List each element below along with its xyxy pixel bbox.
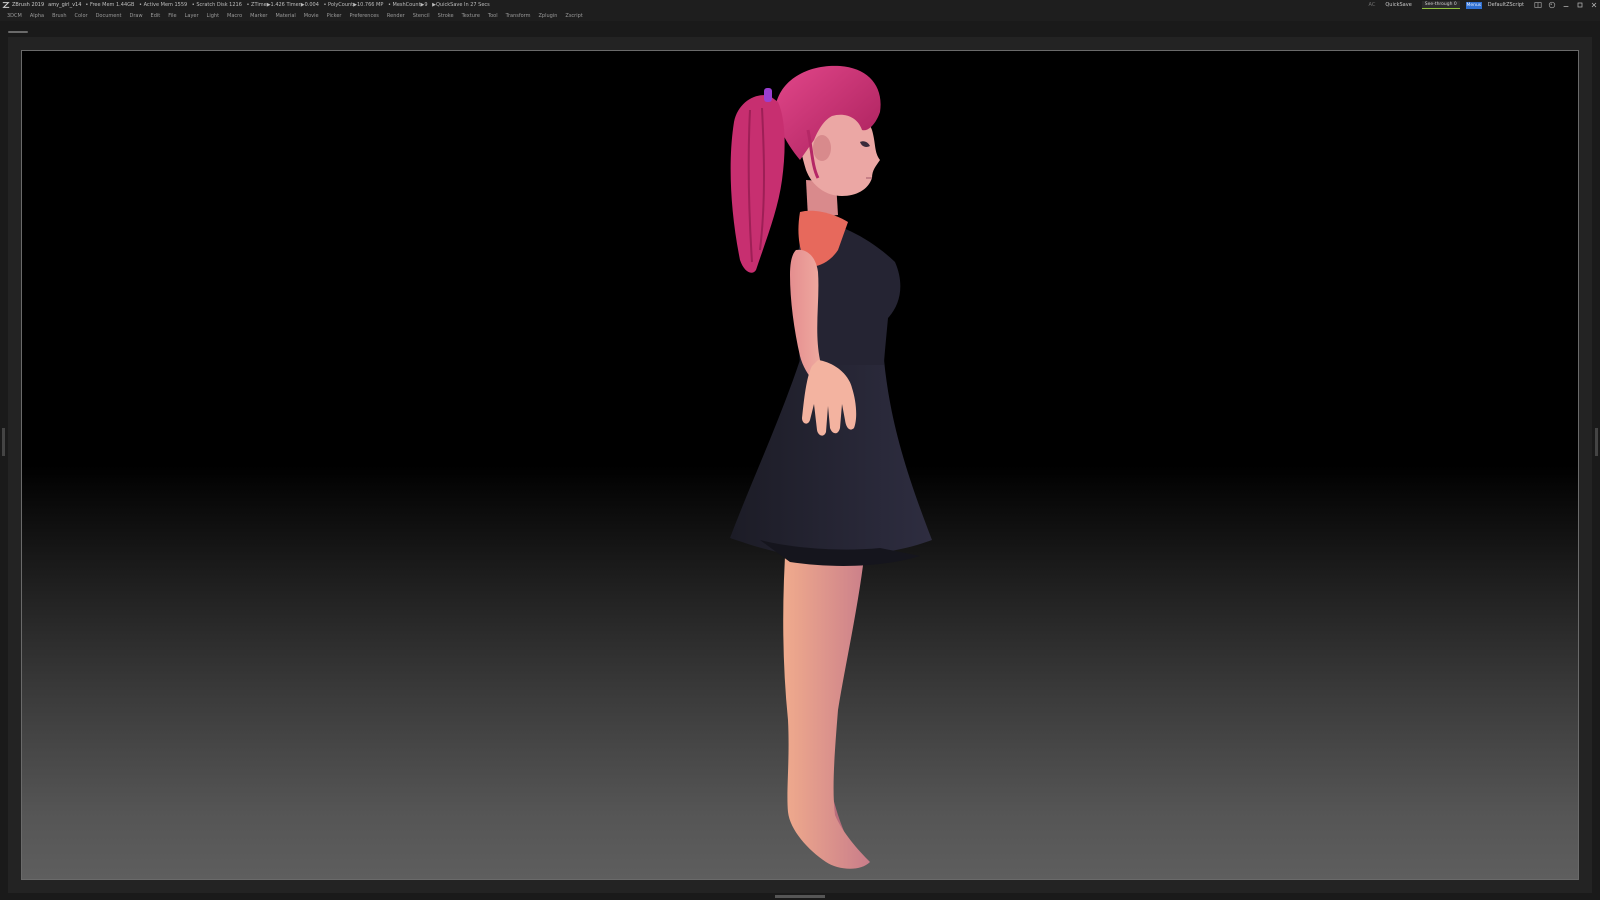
menu-preferences[interactable]: Preferences: [350, 13, 379, 19]
title-right-controls: AC QuickSave See-through 0 Menus Default…: [1369, 0, 1598, 10]
see-through-slider[interactable]: See-through 0: [1421, 1, 1460, 9]
menu-file[interactable]: File: [168, 13, 176, 19]
palette-icon[interactable]: [1548, 1, 1556, 9]
ac-button[interactable]: AC: [1369, 0, 1376, 10]
close-icon[interactable]: [1590, 1, 1598, 9]
title-bar: ZBrush 2019 amy_girl_v14 • Free Mem 1.44…: [0, 0, 1600, 10]
stat-polycount: • PolyCount▶10.766 MP: [323, 2, 384, 8]
stat-free-mem: • Free Mem 1.44GB: [85, 2, 135, 8]
menu-layer[interactable]: Layer: [185, 13, 199, 19]
menu-color[interactable]: Color: [75, 13, 88, 19]
minimize-icon[interactable]: [1562, 1, 1570, 9]
menu-picker[interactable]: Picker: [327, 13, 342, 19]
menu-zscript[interactable]: Zscript: [565, 13, 582, 19]
memory-stats: • Free Mem 1.44GB • Active Mem 1559 • Sc…: [85, 0, 492, 10]
stat-quicksave-timer: ▶QuickSave In 27 Secs: [432, 2, 490, 8]
menu-movie[interactable]: Movie: [304, 13, 319, 19]
menu-macro[interactable]: Macro: [227, 13, 242, 19]
document-viewport[interactable]: [21, 50, 1579, 880]
menu-marker[interactable]: Marker: [250, 13, 267, 19]
menu-stroke[interactable]: Stroke: [438, 13, 454, 19]
menu-draw[interactable]: Draw: [129, 13, 142, 19]
right-tray-handle[interactable]: [1595, 428, 1598, 456]
stat-active-mem: • Active Mem 1559: [139, 2, 188, 8]
stat-ztime: • ZTime▶1.426 Timer▶0.004: [246, 2, 319, 8]
top-shelf: [0, 21, 1600, 35]
document-name: amy_girl_v14: [48, 2, 82, 8]
bottom-tray-handle[interactable]: [775, 895, 825, 898]
menu-texture[interactable]: Texture: [462, 13, 480, 19]
menu-transform[interactable]: Transform: [506, 13, 531, 19]
menu-material[interactable]: Material: [275, 13, 295, 19]
stat-meshcount: • MeshCount▶9: [387, 2, 428, 8]
restore-icon[interactable]: [1576, 1, 1584, 9]
app-name: ZBrush 2019: [12, 2, 45, 8]
menu-document[interactable]: Document: [96, 13, 122, 19]
menu-zplugin[interactable]: Zplugin: [539, 13, 558, 19]
default-zscript-button[interactable]: DefaultZScript: [1488, 0, 1524, 10]
menu-3dcm[interactable]: 3DCM: [7, 13, 22, 19]
menu-light[interactable]: Light: [207, 13, 219, 19]
menu-brush[interactable]: Brush: [52, 13, 66, 19]
menu-edit[interactable]: Edit: [151, 13, 161, 19]
left-tray-handle[interactable]: [2, 428, 5, 456]
shelf-expand-handle[interactable]: [8, 31, 28, 33]
menu-tool[interactable]: Tool: [488, 13, 498, 19]
menu-stencil[interactable]: Stencil: [413, 13, 430, 19]
main-menu-bar: 3DCM Alpha Brush Color Document Draw Edi…: [0, 10, 1600, 21]
stat-scratch-disk: • Scratch Disk 1216: [191, 2, 242, 8]
menu-render[interactable]: Render: [387, 13, 405, 19]
menus-toggle-button[interactable]: Menus: [1465, 1, 1482, 9]
character-model: [730, 65, 932, 869]
menu-alpha[interactable]: Alpha: [30, 13, 44, 19]
zbrush-logo-icon: [2, 2, 10, 8]
layout-icon[interactable]: [1534, 1, 1542, 9]
quicksave-button[interactable]: QuickSave: [1385, 0, 1411, 10]
